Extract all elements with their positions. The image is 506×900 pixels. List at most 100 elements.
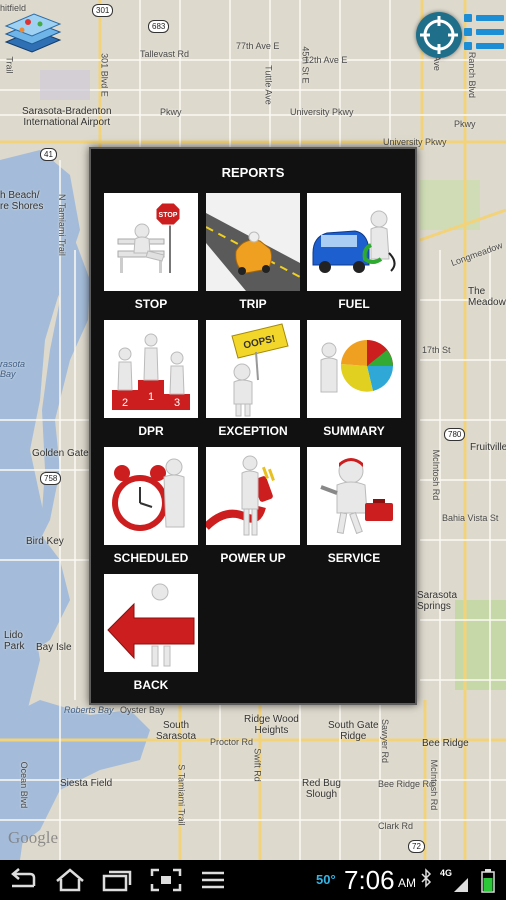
service-report-icon[interactable] [307, 447, 401, 545]
home-nav-icon[interactable] [54, 868, 86, 892]
map-label-mcintosh-rd-2: McIntosh Rd [429, 759, 440, 811]
tile-label-service: SERVICE [327, 551, 381, 565]
map-label-bee-ridge-rd: Bee Ridge Rd [378, 779, 435, 789]
network-type-label: 4G [440, 868, 453, 878]
screenshot-icon[interactable] [150, 868, 182, 892]
map-label-bee-ridge: Bee Ridge [422, 738, 469, 749]
map-label-red-bug-slough: Red Bug Slough [302, 778, 341, 800]
route-shield-41: 41 [40, 148, 57, 161]
route-shield-758: 758 [40, 472, 62, 485]
tile-label-summary: SUMMARY [323, 424, 385, 438]
map-label-fruitville: Fruitville [470, 442, 506, 453]
map-label-sarasota-springs: Sarasota Springs [417, 590, 458, 612]
map-label-mcintosh-rd: McIntosh Rd [431, 449, 442, 501]
dialog-title: REPORTS [221, 165, 285, 180]
report-tile-trip[interactable]: TRIP [206, 193, 300, 313]
dpr-report-icon[interactable]: 2 1 3 [104, 320, 198, 418]
fuel-report-icon[interactable] [307, 193, 401, 291]
tile-label-power-up: POWER UP [220, 551, 286, 565]
signal-icon [454, 878, 468, 892]
map-label-ridge-wood-heights: Ridge Wood Heights [244, 714, 299, 736]
tile-label-exception: EXCEPTION [218, 424, 288, 438]
podium-number-3: 3 [174, 397, 180, 409]
battery-icon [481, 869, 495, 893]
report-tile-dpr[interactable]: 2 1 3 DPR [104, 320, 198, 440]
map-label-oyster-bay: Oyster Bay [120, 705, 165, 715]
stop-sign-text: STOP [159, 212, 178, 219]
tile-label-fuel: FUEL [338, 297, 370, 311]
map-label-12th-ave: 12th Ave E [304, 55, 348, 65]
map-label-tallevast-rd: Tallevast Rd [140, 49, 190, 59]
tile-label-back: BACK [133, 678, 169, 692]
map-label-bahia-vista: Bahia Vista St [442, 513, 499, 523]
map-label-77th-ave: 77th Ave E [236, 41, 280, 51]
report-tile-summary[interactable]: SUMMARY [307, 320, 401, 440]
map-label-roberts-bay: Roberts Bay [64, 705, 114, 715]
map-label-south-gate-ridge: South Gate Ridge [328, 720, 379, 742]
map-label-airport: Sarasota-Bradenton International Airport [22, 106, 112, 128]
map-label-the-meadows: The Meadows [468, 286, 506, 308]
map-label-pkwy-right: Pkwy [454, 119, 476, 129]
scheduled-report-icon[interactable] [104, 447, 198, 545]
summary-report-icon[interactable] [307, 320, 401, 418]
podium-number-1: 1 [148, 391, 154, 403]
report-tile-stop[interactable]: STOP STOP [104, 193, 198, 313]
map-label-301-blvd: 301 Blvd E [99, 53, 110, 97]
route-shield-301: 301 [92, 4, 114, 17]
list-menu-icon[interactable] [462, 10, 506, 58]
route-shield-780: 780 [444, 428, 466, 441]
back-nav-icon[interactable] [8, 868, 38, 892]
tile-label-dpr: DPR [138, 424, 164, 438]
map-label-s-tamiami: S Tamiami Trail [176, 764, 187, 826]
locate-icon[interactable] [416, 12, 462, 58]
map-label-bird-key: Bird Key [26, 536, 64, 547]
map-label-university-pkwy: University Pkwy [290, 107, 354, 117]
map-label-ranch-blvd: Ranch Blvd [466, 51, 477, 98]
map-label-south-sarasota: South Sarasota [156, 720, 197, 742]
report-tile-exception[interactable]: OOPS! EXCEPTION [206, 320, 300, 440]
recent-apps-icon[interactable] [100, 868, 134, 892]
map-label-golden-gate: Golden Gate [32, 448, 89, 459]
tile-label-scheduled: SCHEDULED [113, 551, 189, 565]
exception-report-icon[interactable]: OOPS! [206, 320, 300, 418]
route-shield-72: 72 [408, 840, 425, 853]
stop-report-icon[interactable]: STOP [104, 193, 198, 291]
map-layers-icon[interactable] [2, 6, 66, 58]
back-arrow-icon[interactable] [104, 574, 198, 672]
map-label-bay-isle: Bay Isle [36, 642, 72, 653]
bluetooth-icon [421, 868, 432, 888]
map-label-tamiami-trail: N Tamiami Trail [56, 194, 67, 256]
report-tile-fuel[interactable]: FUEL [307, 193, 401, 313]
map-label-swift-rd: Swift Rd [252, 748, 263, 782]
map-label-beach: h Beach/ re Shores [0, 190, 44, 212]
map-label-clark-rd: Clark Rd [378, 821, 414, 831]
reports-dialog: REPORTS STOP STOP TRIP FUEL 2 1 3 DPR OO… [89, 147, 417, 705]
report-tile-scheduled[interactable]: SCHEDULED [104, 447, 198, 567]
weather-temperature: 50° [316, 872, 336, 887]
tile-label-stop: STOP [134, 297, 168, 311]
map-label-trail: Trail [4, 56, 15, 74]
map-label-pkwy: Pkwy [160, 107, 182, 117]
tile-label-trip: TRIP [239, 297, 267, 311]
report-tile-back[interactable]: BACK [104, 574, 198, 694]
map-label-siesta: Siesta Field [60, 778, 113, 789]
clock-time: 7:06 [344, 865, 395, 895]
power-up-report-icon[interactable] [206, 447, 300, 545]
report-tile-power-up[interactable]: POWER UP [206, 447, 300, 567]
map-label-sarasota-bay: rasota Bay [0, 359, 26, 379]
podium-number-2: 2 [122, 397, 128, 409]
route-shield-683: 683 [148, 20, 170, 33]
trip-report-icon[interactable] [206, 193, 300, 291]
status-icons [421, 868, 495, 893]
map-label-ocean-blvd: Ocean Blvd [19, 761, 30, 809]
map-label-sawyer-rd: Sawyer Rd [379, 718, 390, 763]
menu-icon[interactable] [200, 868, 226, 892]
report-tile-service[interactable]: SERVICE [307, 447, 401, 567]
clock-ampm: AM [398, 876, 416, 890]
map-label-lido: Lido Park [4, 630, 25, 652]
google-logo: Google [8, 828, 59, 847]
system-bar: 50° 7:06 AM 4G [0, 860, 506, 900]
map-label-17th-st: 17th St [422, 345, 451, 355]
map-label-tuttle-ave: Tuttle Ave [263, 65, 274, 105]
map-label-proctor-rd: Proctor Rd [210, 737, 254, 747]
